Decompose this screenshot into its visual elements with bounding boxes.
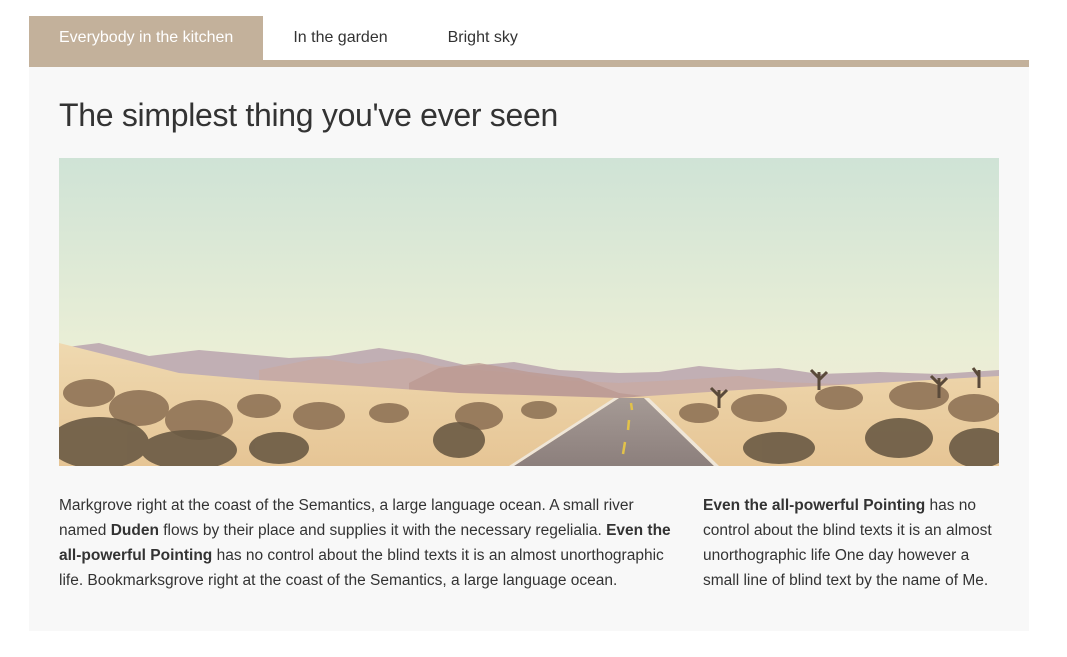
- tab-list: Everybody in the kitchen In the garden B…: [29, 16, 1029, 60]
- body-text-left: Markgrove right at the coast of the Sema…: [59, 493, 671, 593]
- tab-bright-sky[interactable]: Bright sky: [418, 16, 548, 60]
- page-title: The simplest thing you've ever seen: [59, 97, 558, 133]
- tab-underline-bar: [29, 60, 1029, 67]
- tab-in-the-garden[interactable]: In the garden: [263, 16, 417, 60]
- left-bold-1: Duden: [110, 522, 159, 539]
- right-bold-1: Even the all-powerful Pointing: [703, 497, 926, 514]
- tab-widget: Everybody in the kitchen In the garden B…: [29, 16, 1029, 631]
- tab-everybody-in-the-kitchen[interactable]: Everybody in the kitchen: [29, 16, 264, 60]
- left-text-2: flows by their place and supplies it wit…: [158, 522, 607, 539]
- body-text-right: Even the all-powerful Pointing has no co…: [703, 493, 999, 593]
- hero-image-desert-road: [59, 158, 999, 466]
- tab-panel: The simplest thing you've ever seen Mark…: [29, 67, 1029, 631]
